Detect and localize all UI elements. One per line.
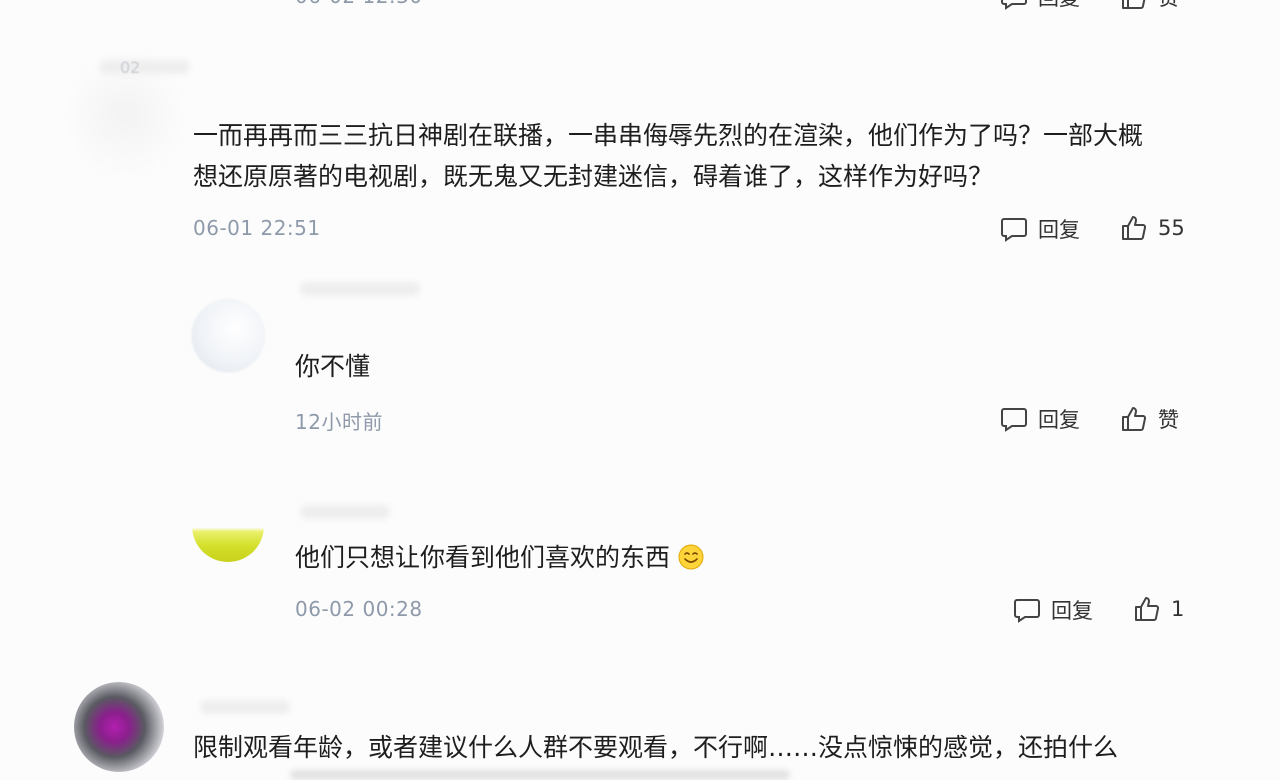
comment-time: 06-01 22:51: [193, 216, 321, 240]
reply-button[interactable]: 回复: [1000, 404, 1080, 434]
like-label: 赞: [1158, 0, 1179, 12]
comment-text-line1: 限制观看年龄，或者建议什么人群不要观看，不行啊……没点惊悚的感觉，还拍什么: [193, 733, 1119, 762]
blurred-username: [200, 700, 290, 714]
like-button[interactable]: 赞: [1120, 0, 1179, 12]
reply-label: 回复: [1051, 599, 1093, 623]
reply-label: 回复: [1038, 408, 1080, 432]
comment-bubble-icon: [1001, 408, 1027, 432]
blurred-username: [300, 505, 390, 519]
comment-time: 06-02 12:30: [295, 0, 423, 8]
like-button[interactable]: 1: [1133, 595, 1184, 623]
reply-time: 06-02 00:28: [295, 597, 423, 621]
thumbs-up-icon: [1135, 597, 1160, 621]
thumbs-up-icon: [1122, 407, 1147, 431]
like-label: 赞: [1158, 408, 1179, 432]
reply-label: 回复: [1038, 218, 1080, 242]
smile-emoji-icon: [678, 544, 704, 570]
reply-button[interactable]: 回复: [1000, 214, 1080, 244]
comment-text-line1: 一而再再而三三抗日神剧在联播，一串串侮辱先烈的在渲染，他们作为了吗？一部大概: [193, 121, 1144, 150]
avatar[interactable]: [192, 300, 264, 372]
like-count: 1: [1171, 597, 1185, 621]
username-partial: 02: [120, 58, 141, 77]
avatar[interactable]: [192, 490, 264, 562]
reply-text: 你不懂: [295, 352, 371, 381]
comment-text-line2: 想还原原著的电视剧，既无鬼又无封建迷信，碍着谁了，这样作为好吗？: [193, 162, 994, 191]
thumbs-up-icon: [1122, 216, 1147, 240]
like-button[interactable]: 赞: [1120, 404, 1179, 434]
avatar[interactable]: [74, 682, 164, 772]
reply-label: 回复: [1038, 0, 1080, 12]
cut-off-text-line: [290, 770, 790, 780]
reply-text-row: 他们只想让你看到他们喜欢的东西: [295, 536, 704, 580]
comment-bubble-icon: [1001, 218, 1027, 242]
blurred-username: [100, 60, 190, 74]
reply-text: 他们只想让你看到他们喜欢的东西: [295, 543, 671, 572]
reply-time: 12小时前: [295, 410, 383, 434]
blurred-username: [300, 282, 420, 296]
thumbs-up-icon: [1122, 0, 1146, 9]
comment-bubble-icon: [1001, 0, 1027, 10]
like-button[interactable]: 55: [1120, 214, 1185, 242]
reply-button[interactable]: 回复: [1000, 0, 1080, 12]
comment-bubble-icon: [1014, 599, 1040, 623]
reply-button[interactable]: 回复: [1013, 595, 1093, 625]
like-count: 55: [1158, 216, 1185, 240]
